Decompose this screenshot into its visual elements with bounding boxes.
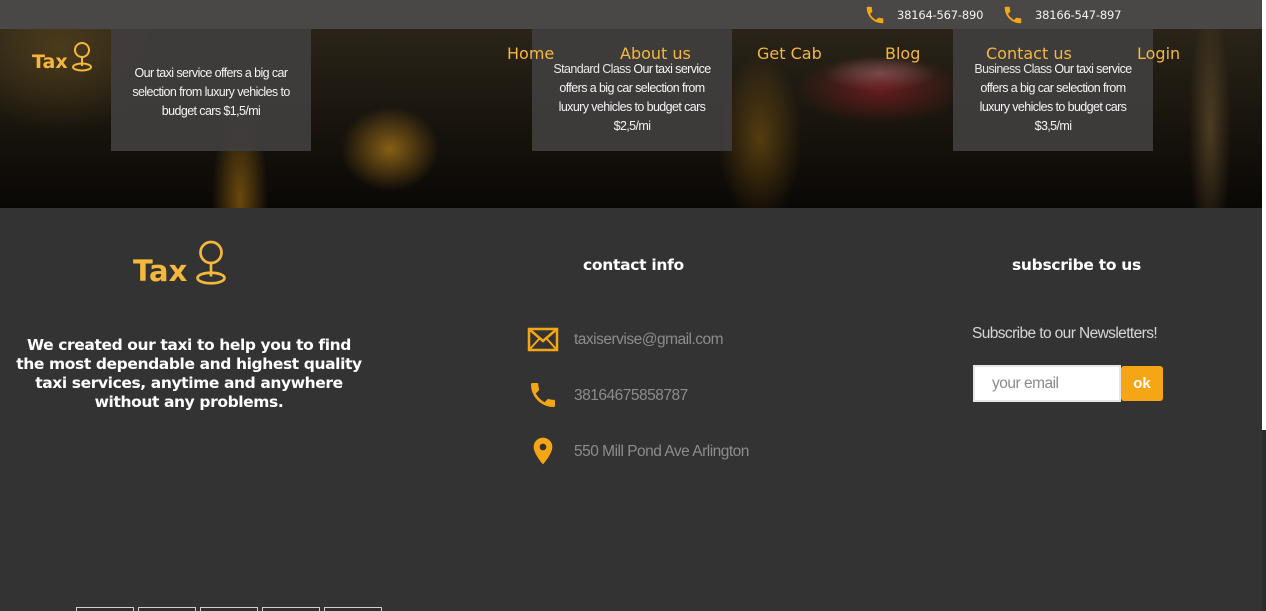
phone-icon [866, 6, 884, 23]
footer-description: We created our taxi to help you to find … [16, 336, 362, 411]
subscribe-ok-button[interactable]: ok [1121, 366, 1163, 401]
pricing-card-economy: Our taxi service offers a big car select… [111, 29, 311, 151]
footer-logo-text: Tax [133, 254, 188, 288]
nav-blog[interactable]: Blog [885, 44, 920, 63]
contact-phone: 38164675858787 [574, 387, 688, 404]
bottom-tab[interactable] [200, 607, 258, 611]
pricing-card-text: Our taxi service offers a big car select… [132, 66, 290, 118]
header-logo[interactable]: Tax [32, 41, 94, 73]
bottom-tab-strip [0, 606, 1262, 611]
contact-address-row[interactable]: 550 Mill Pond Ave Arlington [527, 435, 749, 467]
pricing-card-title: Standard Class [553, 62, 634, 76]
top-contact-bar: 38164-567-890 38166-547-897 [0, 0, 1262, 29]
bottom-tab[interactable] [262, 607, 320, 611]
bottom-tab[interactable] [138, 607, 196, 611]
contact-phone-row[interactable]: 38164675858787 [527, 379, 688, 411]
topbar-phone-2[interactable]: 38166-547-897 [1002, 0, 1121, 29]
location-pin-icon [533, 437, 553, 465]
pricing-card-title: Business Class [974, 62, 1055, 76]
map-pin-icon [71, 42, 92, 72]
topbar-phone-number: 38166-547-897 [1035, 7, 1122, 22]
contact-email-row[interactable]: taxiservise@gmail.com [527, 324, 724, 356]
hero-section: Our taxi service offers a big car select… [0, 29, 1262, 208]
nav-get-cab[interactable]: Get Cab [757, 44, 822, 63]
subscribe-title: subscribe to us [1012, 256, 1141, 274]
map-pin-icon [196, 240, 227, 285]
scrollbar-thumb[interactable] [1262, 430, 1266, 611]
nav-about-us[interactable]: About us [620, 44, 691, 63]
topbar-phone-1[interactable]: 38164-567-890 [864, 0, 983, 29]
contact-info-title: contact info [583, 256, 684, 274]
contact-email: taxiservise@gmail.com [574, 331, 724, 348]
newsletter-label: Subscribe to our Newsletters! [972, 325, 1158, 342]
nav-login[interactable]: Login [1137, 44, 1180, 63]
phone-icon [1004, 6, 1022, 23]
footer-logo[interactable]: Tax [133, 238, 229, 288]
bottom-tab[interactable] [324, 607, 382, 611]
nav-contact-us[interactable]: Contact us [986, 44, 1072, 63]
phone-icon [531, 383, 555, 407]
newsletter-email-input[interactable] [973, 365, 1121, 402]
logo-text: Tax [32, 51, 68, 73]
bottom-tab[interactable] [76, 607, 134, 611]
contact-address: 550 Mill Pond Ave Arlington [574, 443, 749, 460]
mail-icon [527, 327, 559, 352]
topbar-phone-number: 38164-567-890 [897, 7, 984, 22]
nav-home[interactable]: Home [507, 44, 554, 63]
